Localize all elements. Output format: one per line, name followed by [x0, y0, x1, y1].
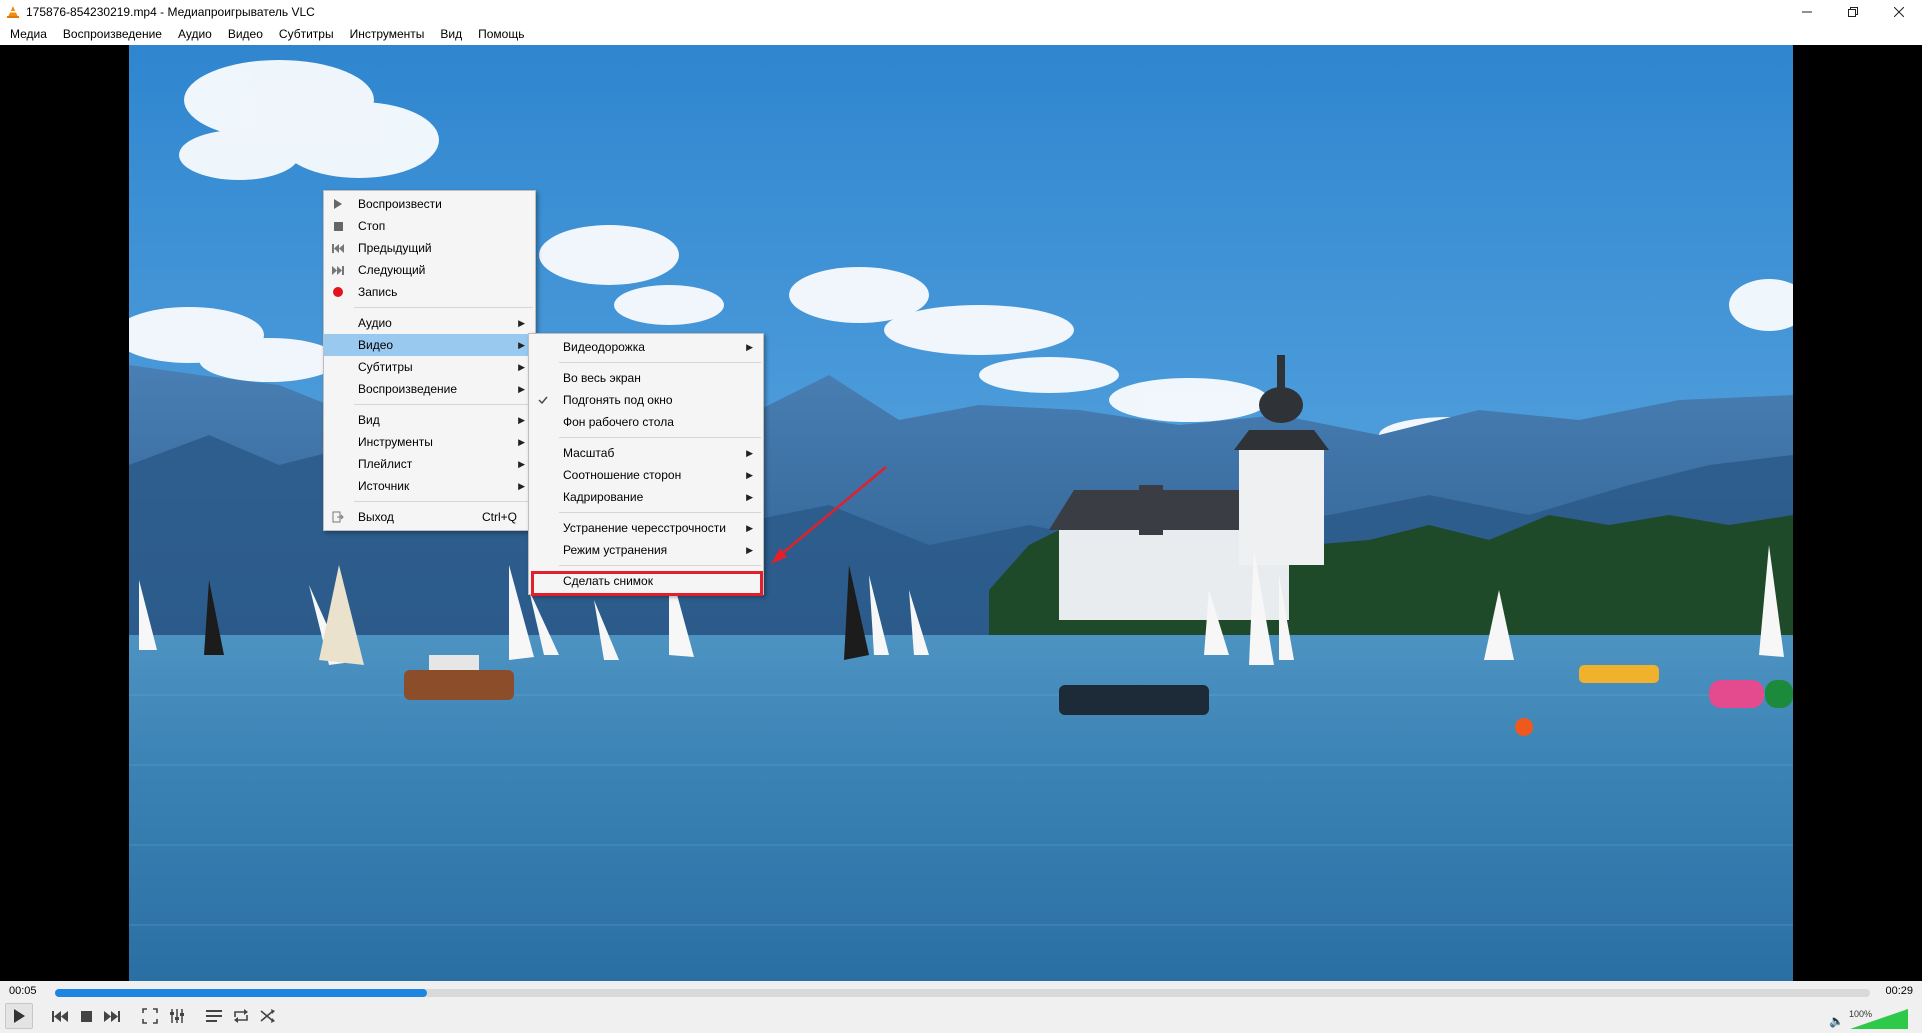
ctx-playlist[interactable]: Плейлист ▶ [324, 453, 535, 475]
fullscreen-icon [142, 1008, 158, 1024]
next-icon [104, 1010, 120, 1022]
seek-bar[interactable] [55, 989, 1870, 997]
extended-settings-button[interactable] [165, 1005, 189, 1027]
shortcut-label: Ctrl+Q [481, 510, 517, 524]
record-icon [332, 286, 344, 298]
title-bar: 175876-854230219.mp4 - Медиапроигрывател… [0, 0, 1922, 24]
ctx-video[interactable]: Видео ▶ [324, 334, 535, 356]
play-button[interactable] [5, 1003, 33, 1029]
loop-icon [234, 1009, 248, 1023]
ctx-audio[interactable]: Аудио ▶ [324, 312, 535, 334]
separator [559, 437, 761, 438]
ctx-source[interactable]: Источник ▶ [324, 475, 535, 497]
sub-fullscreen[interactable]: Во весь экран [529, 367, 763, 389]
sub-video-track[interactable]: Видеодорожка ▶ [529, 336, 763, 358]
ctx-next[interactable]: Следующий [324, 259, 535, 281]
close-icon [1894, 7, 1904, 17]
ctx-playback[interactable]: Воспроизведение ▶ [324, 378, 535, 400]
vlc-cone-icon [6, 5, 20, 19]
play-icon [14, 1009, 25, 1023]
exit-icon [332, 511, 344, 523]
snapshot-highlight-box [531, 571, 763, 596]
submenu-arrow-icon: ▶ [518, 459, 525, 469]
submenu-arrow-icon: ▶ [746, 448, 753, 458]
stop-icon [80, 1010, 92, 1022]
separator [354, 404, 533, 405]
menu-bar: Медиа Воспроизведение Аудио Видео Субтит… [0, 24, 1922, 45]
submenu-arrow-icon: ▶ [518, 437, 525, 447]
sub-wallpaper[interactable]: Фон рабочего стола [529, 411, 763, 433]
menu-playback[interactable]: Воспроизведение [55, 24, 170, 45]
ctx-previous[interactable]: Предыдущий [324, 237, 535, 259]
separator [559, 362, 761, 363]
context-menu: Воспроизвести Стоп Предыдущий Следующий … [323, 190, 536, 531]
sub-deinterlace[interactable]: Устранение чересстрочности ▶ [529, 517, 763, 539]
restore-icon [1848, 7, 1858, 17]
submenu-arrow-icon: ▶ [746, 470, 753, 480]
menu-help[interactable]: Помощь [470, 24, 532, 45]
fullscreen-button[interactable] [138, 1005, 162, 1027]
loop-button[interactable] [229, 1005, 253, 1027]
sub-aspect-ratio[interactable]: Соотношение сторон ▶ [529, 464, 763, 486]
volume-slider[interactable] [1850, 1009, 1908, 1029]
ctx-exit[interactable]: Выход Ctrl+Q [324, 506, 535, 528]
submenu-arrow-icon: ▶ [746, 523, 753, 533]
stop-icon [332, 220, 344, 232]
ctx-view[interactable]: Вид ▶ [324, 409, 535, 431]
submenu-arrow-icon: ▶ [518, 362, 525, 372]
minimize-icon [1802, 11, 1812, 13]
menu-media[interactable]: Медиа [2, 24, 55, 45]
sub-crop[interactable]: Кадрирование ▶ [529, 486, 763, 508]
playlist-icon [206, 1010, 222, 1022]
submenu-arrow-icon: ▶ [746, 342, 753, 352]
ctx-stop[interactable]: Стоп [324, 215, 535, 237]
submenu-arrow-icon: ▶ [518, 415, 525, 425]
minimize-button[interactable] [1784, 0, 1830, 24]
submenu-arrow-icon: ▶ [746, 545, 753, 555]
checkmark-icon [537, 394, 549, 406]
total-time: 00:29 [1885, 985, 1913, 997]
video-area[interactable] [0, 45, 1922, 981]
menu-video[interactable]: Видео [220, 24, 271, 45]
sub-zoom[interactable]: Масштаб ▶ [529, 442, 763, 464]
seek-progress [55, 989, 428, 997]
play-icon [332, 198, 344, 210]
ctx-play[interactable]: Воспроизвести [324, 193, 535, 215]
next-button[interactable] [100, 1005, 124, 1027]
ctx-tools[interactable]: Инструменты ▶ [324, 431, 535, 453]
equalizer-icon [170, 1009, 184, 1023]
elapsed-time: 00:05 [9, 985, 37, 997]
previous-icon [52, 1010, 68, 1022]
submenu-arrow-icon: ▶ [518, 384, 525, 394]
restore-button[interactable] [1830, 0, 1876, 24]
previous-icon [332, 242, 344, 254]
stop-button[interactable] [74, 1005, 98, 1027]
shuffle-icon [260, 1009, 275, 1023]
controls-bar: 00:05 00:29 🔈 100% [0, 981, 1922, 1033]
sub-deinterlace-mode[interactable]: Режим устранения ▶ [529, 539, 763, 561]
menu-view[interactable]: Вид [432, 24, 470, 45]
sub-fit-window[interactable]: Подгонять под окно [529, 389, 763, 411]
next-icon [332, 264, 344, 276]
menu-tools[interactable]: Инструменты [342, 24, 433, 45]
separator [559, 565, 761, 566]
separator [559, 512, 761, 513]
submenu-arrow-icon: ▶ [518, 340, 525, 350]
menu-audio[interactable]: Аудио [170, 24, 220, 45]
ctx-subtitles[interactable]: Субтитры ▶ [324, 356, 535, 378]
close-button[interactable] [1876, 0, 1922, 24]
shuffle-button[interactable] [256, 1005, 280, 1027]
submenu-arrow-icon: ▶ [518, 481, 525, 491]
submenu-arrow-icon: ▶ [518, 318, 525, 328]
menu-subtitles[interactable]: Субтитры [271, 24, 342, 45]
video-submenu: Видеодорожка ▶ Во весь экран Подгонять п… [528, 333, 764, 595]
speaker-icon[interactable]: 🔈 [1829, 1014, 1844, 1028]
separator [354, 501, 533, 502]
ctx-record[interactable]: Запись [324, 281, 535, 303]
submenu-arrow-icon: ▶ [746, 492, 753, 502]
separator [354, 307, 533, 308]
previous-button[interactable] [48, 1005, 72, 1027]
playlist-button[interactable] [202, 1005, 226, 1027]
window-title: 175876-854230219.mp4 - Медиапроигрывател… [26, 5, 315, 19]
